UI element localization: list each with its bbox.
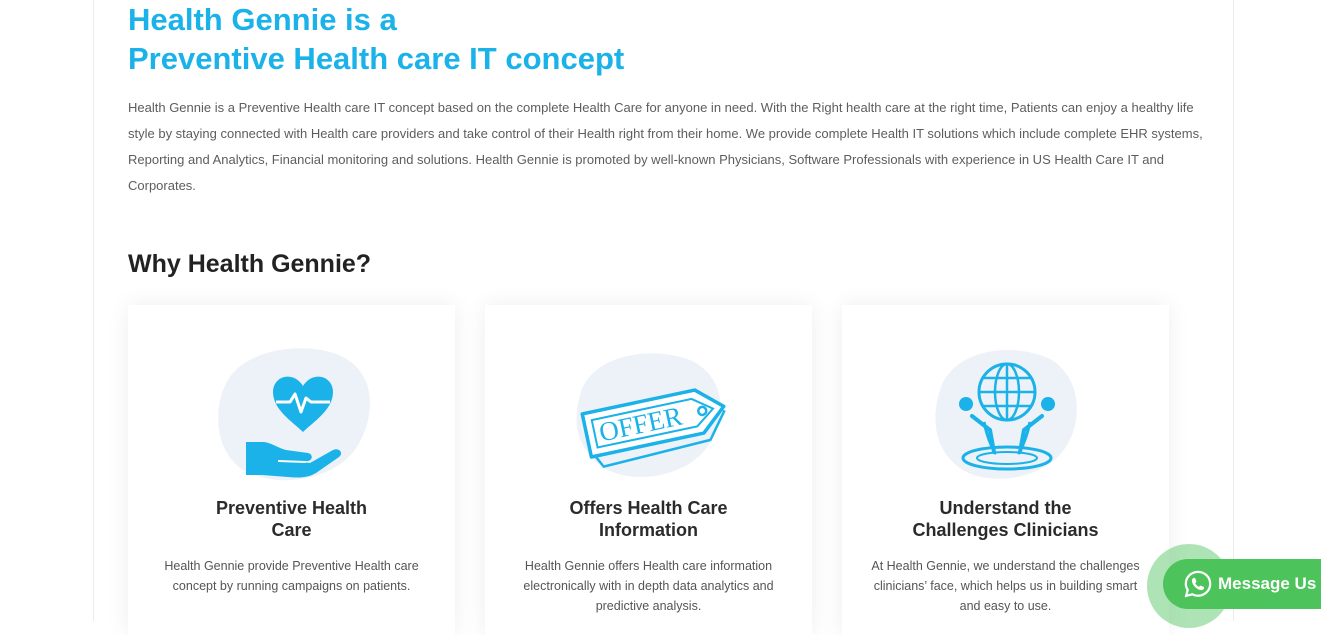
- intro-paragraph: Health Gennie is a Preventive Health car…: [128, 100, 1203, 193]
- hero-title: Health Gennie is a Preventive Health car…: [128, 0, 624, 78]
- hero-title-line-1: Health Gennie is a: [128, 2, 397, 37]
- whatsapp-label: Message Us: [1218, 574, 1317, 593]
- globe-in-hands-icon: [922, 340, 1092, 490]
- whatsapp-message-button[interactable]: Message Us: [1163, 559, 1321, 609]
- card-title: Offers Health Care Information: [485, 497, 812, 541]
- card-text: Health Gennie offers Health care informa…: [523, 559, 774, 613]
- card-text: Health Gennie provide Preventive Health …: [164, 559, 419, 593]
- card-title-line-1: Offers Health Care: [569, 498, 728, 518]
- offer-tag-icon: OFFER: [565, 340, 735, 490]
- whatsapp-icon: [1184, 570, 1212, 598]
- card-title-line-2: Information: [599, 520, 698, 540]
- card-title: Understand the Challenges Clinicians: [842, 497, 1169, 541]
- card-title-line-1: Preventive Health: [215, 498, 368, 518]
- card-title: Preventive Health Care: [128, 497, 455, 541]
- card-title-line-1: Understand the: [939, 498, 1072, 518]
- feature-card-preventive-care: Preventive Health Care Health Gennie pro…: [128, 305, 455, 635]
- card-text: At Health Gennie, we understand the chal…: [871, 559, 1140, 613]
- feature-card-clinician-challenges: Understand the Challenges Clinicians At …: [842, 305, 1169, 635]
- card-title-line-2: Care: [271, 520, 312, 540]
- why-heading: Why Health Gennie?: [128, 250, 372, 278]
- card-title-line-2: Challenges Clinicians: [912, 520, 1099, 540]
- hero-title-line-2: Preventive Health care IT concept: [128, 41, 625, 76]
- feature-card-offers-info: OFFER Offers Health Care Information Hea…: [485, 305, 812, 635]
- heart-in-hand-icon: [208, 340, 378, 490]
